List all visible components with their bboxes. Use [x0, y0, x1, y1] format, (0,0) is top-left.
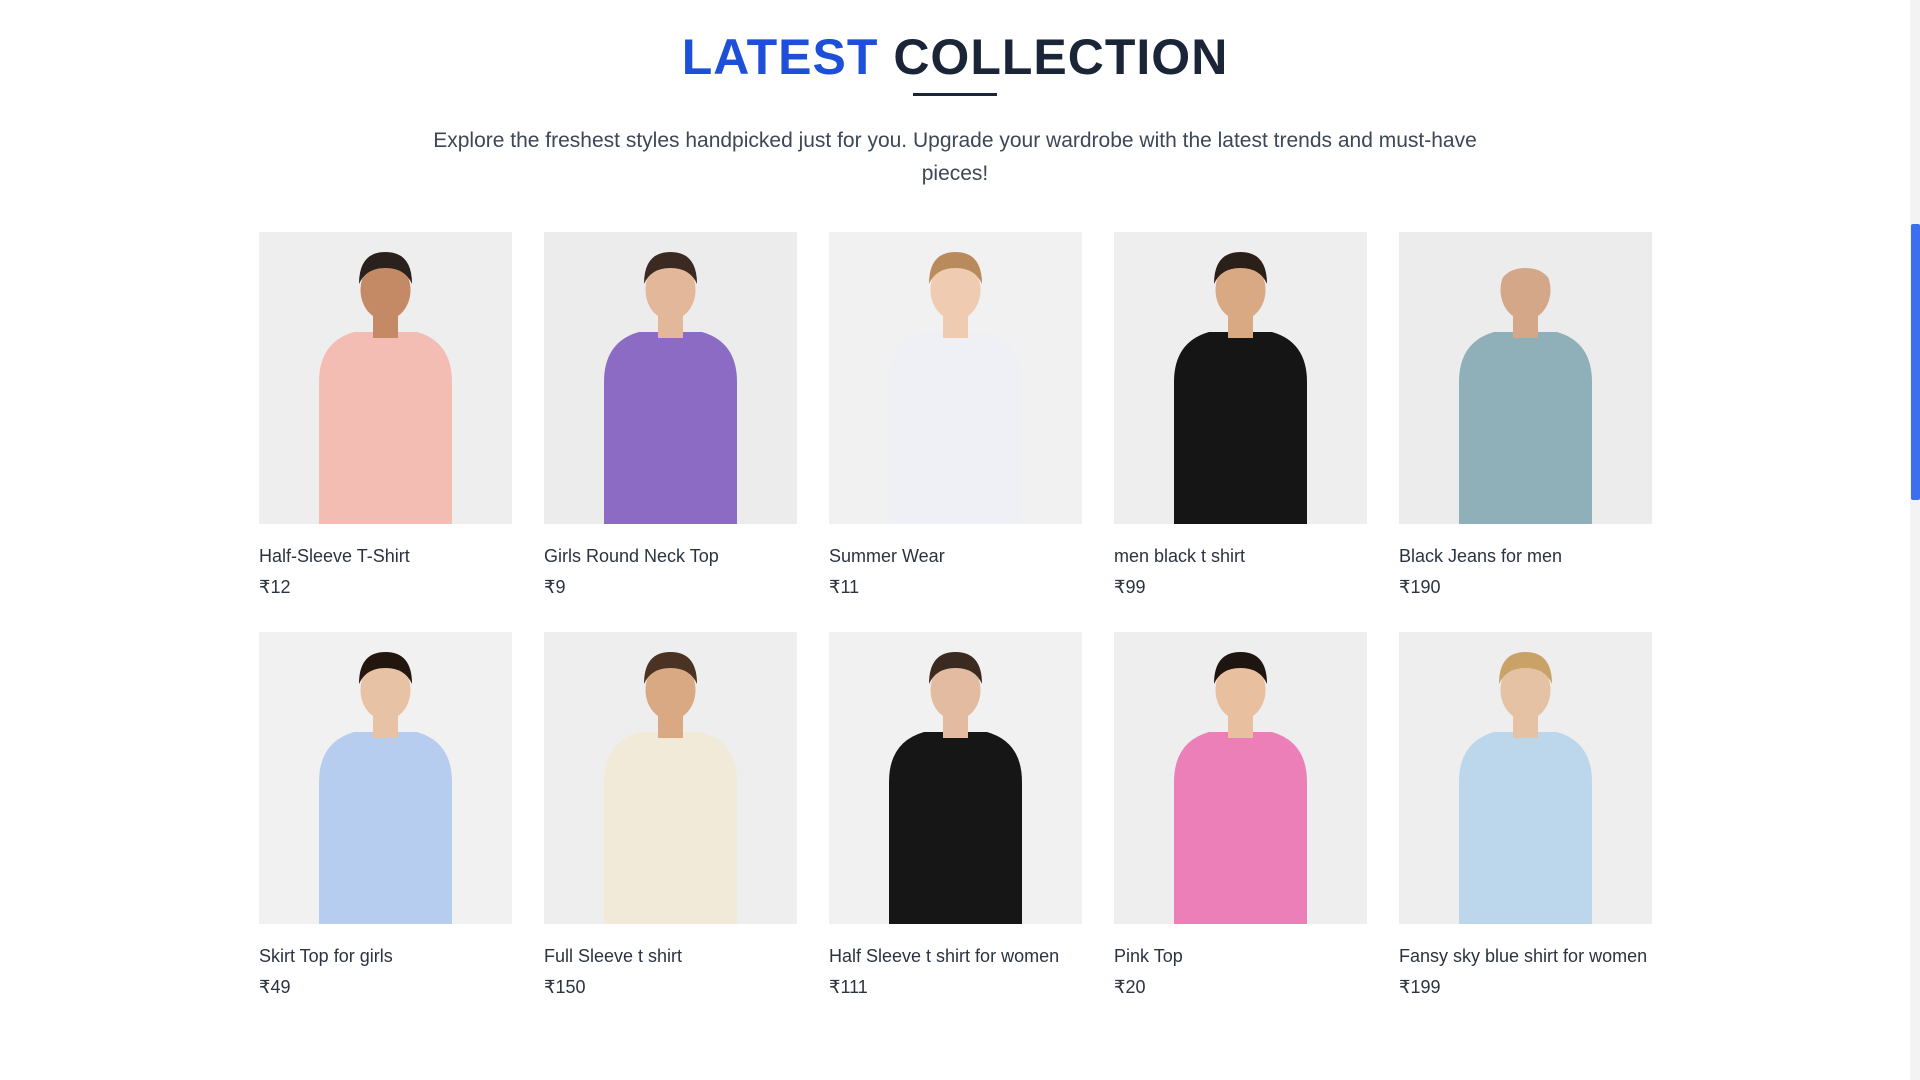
product-image-woman-floral-top[interactable]	[544, 232, 797, 524]
product-illustration	[1114, 632, 1367, 924]
product-illustration	[259, 632, 512, 924]
product-illustration	[544, 232, 797, 524]
product-card-woman-floral-top[interactable]: Girls Round Neck Top ₹9	[544, 232, 797, 632]
product-illustration	[1114, 232, 1367, 524]
product-card-man-striped-rugby[interactable]: Full Sleeve t shirt ₹150	[544, 632, 797, 1032]
product-price: ₹150	[544, 977, 586, 997]
product-name[interactable]: Summer Wear	[829, 543, 1082, 570]
product-card-girl-blue-top[interactable]: Skirt Top for girls ₹49	[259, 632, 512, 1032]
product-card-girl-pink-top[interactable]: Pink Top ₹20	[1114, 632, 1367, 1032]
scrollbar-thumb[interactable]	[1911, 224, 1920, 500]
product-price: ₹20	[1114, 977, 1146, 997]
heading-accent: LATEST	[681, 29, 879, 85]
product-price: ₹199	[1399, 977, 1441, 997]
product-price: ₹190	[1399, 577, 1441, 597]
product-price: ₹49	[259, 977, 291, 997]
product-price: ₹11	[829, 577, 860, 597]
product-name[interactable]: Full Sleeve t shirt	[544, 943, 797, 970]
product-card-woman-blue-shirt[interactable]: Fansy sky blue shirt for women ₹199	[1399, 632, 1652, 1032]
product-illustration	[544, 632, 797, 924]
product-price: ₹9	[544, 577, 566, 597]
product-image-man-black-tshirt[interactable]	[1114, 232, 1367, 524]
product-image-girl-floral-dress[interactable]	[829, 232, 1082, 524]
product-card-woman-black-tshirt[interactable]: Half Sleeve t shirt for women ₹111	[829, 632, 1082, 1032]
product-card-girl-floral-dress[interactable]: Summer Wear ₹11	[829, 232, 1082, 632]
product-price: ₹12	[259, 577, 291, 597]
section-heading: LATEST COLLECTION	[0, 24, 1910, 90]
product-card-man-pink-shirt[interactable]: Half-Sleeve T-Shirt ₹12	[259, 232, 512, 632]
product-illustration	[259, 232, 512, 524]
product-image-man-pink-shirt[interactable]	[259, 232, 512, 524]
product-name[interactable]: Half-Sleeve T-Shirt	[259, 543, 512, 570]
product-price: ₹111	[829, 977, 868, 997]
product-illustration	[829, 632, 1082, 924]
product-illustration	[829, 232, 1082, 524]
product-name[interactable]: Pink Top	[1114, 943, 1367, 970]
scrollbar-track[interactable]	[1910, 0, 1920, 1080]
heading-underline	[913, 93, 997, 96]
product-name[interactable]: Girls Round Neck Top	[544, 543, 797, 570]
product-card-black-jeans[interactable]: Black Jeans for men ₹190	[1399, 232, 1652, 632]
product-image-girl-pink-top[interactable]	[1114, 632, 1367, 924]
product-illustration	[1399, 632, 1652, 924]
product-image-woman-black-tshirt[interactable]	[829, 632, 1082, 924]
product-name[interactable]: Black Jeans for men	[1399, 543, 1652, 570]
product-name[interactable]: men black t shirt	[1114, 543, 1367, 570]
product-card-man-black-tshirt[interactable]: men black t shirt ₹99	[1114, 232, 1367, 632]
latest-collection-page: LATEST COLLECTION Explore the freshest s…	[0, 0, 1920, 1080]
product-image-man-striped-rugby[interactable]	[544, 632, 797, 924]
product-grid: Half-Sleeve T-Shirt ₹12 Girls Round Neck…	[259, 232, 1652, 1032]
product-image-girl-blue-top[interactable]	[259, 632, 512, 924]
heading-rest: COLLECTION	[893, 29, 1229, 85]
product-price: ₹99	[1114, 577, 1146, 597]
section-subtitle: Explore the freshest styles handpicked j…	[433, 129, 1477, 185]
product-image-black-jeans[interactable]	[1399, 232, 1652, 524]
product-name[interactable]: Fansy sky blue shirt for women	[1399, 943, 1652, 970]
product-name[interactable]: Skirt Top for girls	[259, 943, 512, 970]
product-name[interactable]: Half Sleeve t shirt for women	[829, 943, 1082, 970]
product-illustration	[1399, 232, 1652, 524]
product-image-woman-blue-shirt[interactable]	[1399, 632, 1652, 924]
